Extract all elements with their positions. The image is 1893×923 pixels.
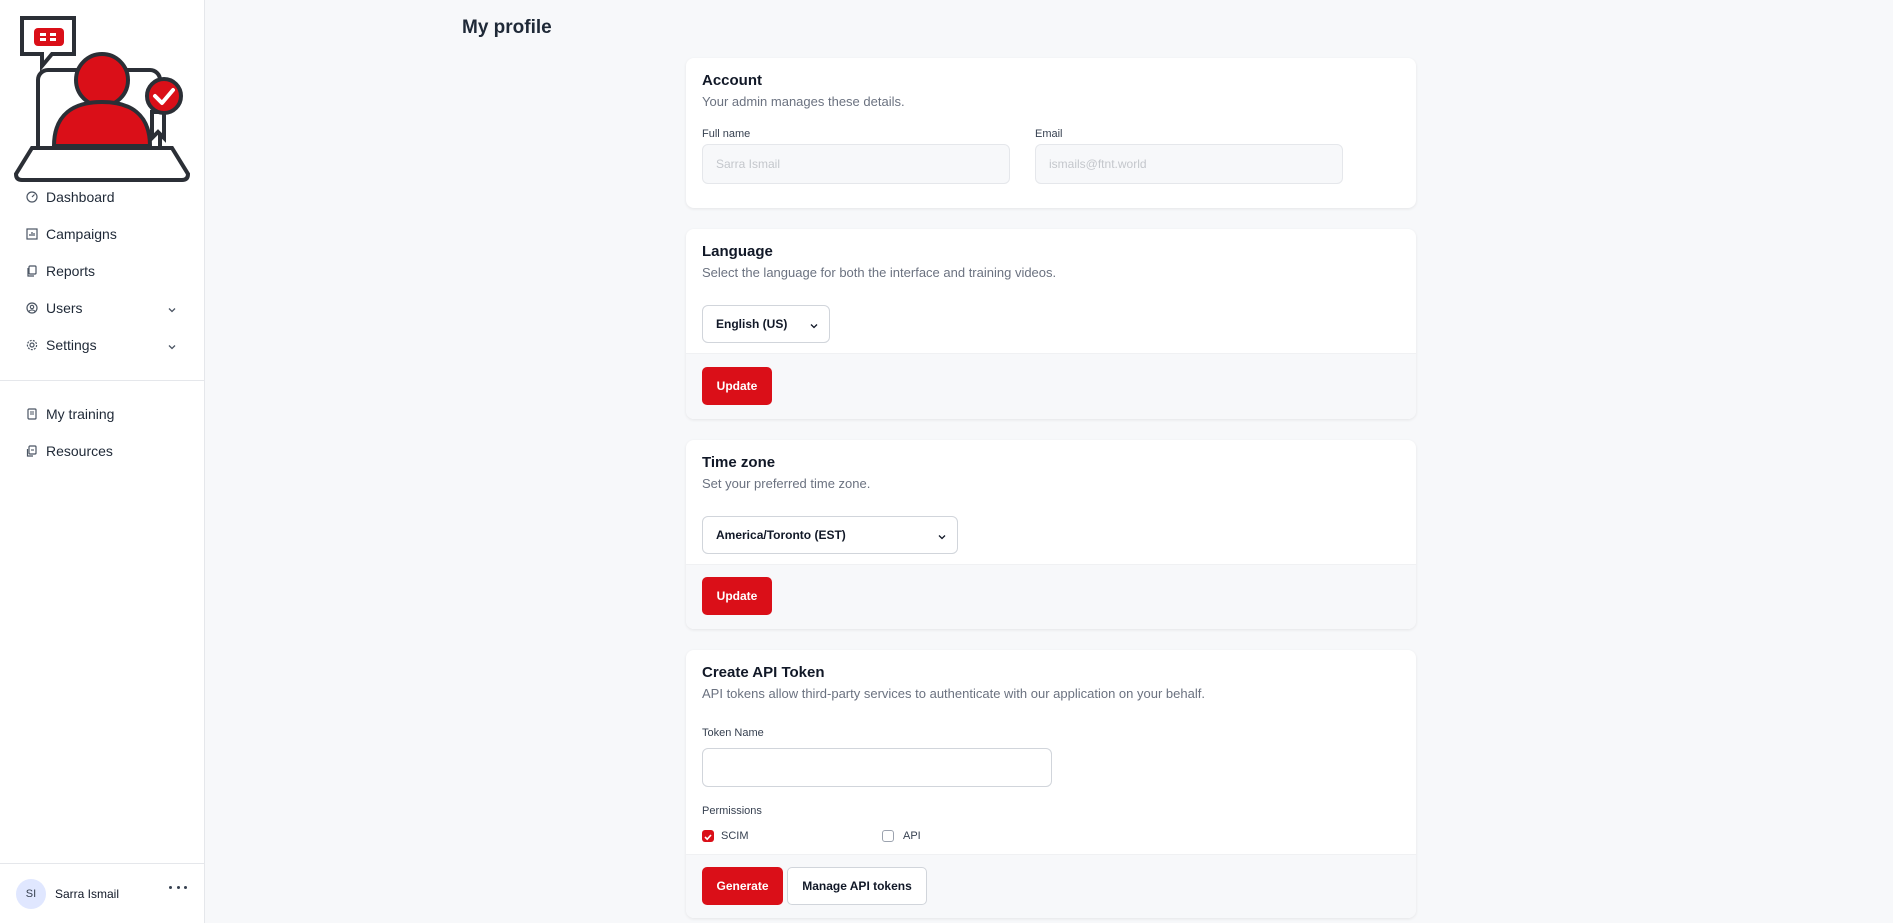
nav-item-resources[interactable]: Resources	[0, 432, 205, 469]
training-logo	[12, 14, 192, 182]
dashboard-icon	[26, 190, 38, 203]
account-card: Account Your admin manages these details…	[686, 58, 1416, 208]
nav-item-campaigns[interactable]: Campaigns	[0, 215, 205, 252]
manage-api-tokens-button[interactable]: Manage API tokens	[787, 867, 927, 905]
token-name-input[interactable]	[702, 748, 1052, 787]
email-field: ismails@ftnt.world	[1035, 144, 1343, 184]
card-footer: Update	[686, 353, 1416, 419]
users-icon	[26, 301, 38, 314]
card-footer: Update	[686, 564, 1416, 629]
card-title: Language	[702, 243, 773, 260]
language-select[interactable]: English (US)	[702, 305, 830, 343]
resources-icon	[26, 444, 38, 457]
card-description: Set your preferred time zone.	[702, 476, 871, 491]
main-nav: Dashboard Campaigns Reports Users Settin…	[0, 178, 205, 363]
timezone-select-value: America/Toronto (EST)	[716, 528, 846, 542]
nav-item-label: Resources	[46, 442, 113, 459]
campaigns-icon	[26, 227, 38, 240]
nav-item-label: Reports	[46, 262, 96, 279]
language-select-value: English (US)	[716, 317, 788, 331]
nav-item-settings[interactable]: Settings	[0, 326, 205, 363]
card-title: Time zone	[702, 454, 776, 471]
chevron-down-icon	[937, 531, 947, 541]
timezone-select[interactable]: America/Toronto (EST)	[702, 516, 958, 554]
chevron-down-icon	[809, 320, 819, 330]
nav-item-label: Campaigns	[46, 225, 117, 242]
card-description: Select the language for both the interfa…	[702, 265, 1057, 280]
token-name-label: Token Name	[702, 727, 764, 739]
nav-item-label: My training	[46, 405, 115, 422]
avatar: SI	[16, 878, 46, 909]
generate-button[interactable]: Generate	[702, 867, 783, 905]
training-icon	[26, 407, 38, 420]
nav-item-my-training[interactable]: My training	[0, 395, 205, 432]
timezone-card: Time zone Set your preferred time zone. …	[686, 440, 1416, 629]
user-name: Sarra Ismail	[55, 886, 120, 901]
nav-item-reports[interactable]: Reports	[0, 252, 205, 289]
api-token-card: Create API Token API tokens allow third-…	[686, 650, 1416, 918]
language-card: Language Select the language for both th…	[686, 229, 1416, 419]
nav-item-label: Dashboard	[46, 188, 115, 205]
card-title: Account	[702, 72, 762, 89]
update-language-button[interactable]: Update	[702, 367, 772, 405]
email-label: Email	[1035, 128, 1063, 140]
nav-item-dashboard[interactable]: Dashboard	[0, 178, 205, 215]
chevron-down-icon[interactable]	[167, 302, 177, 313]
secondary-nav: My training Resources	[0, 395, 205, 469]
card-description: Your admin manages these details.	[702, 94, 905, 109]
update-timezone-button[interactable]: Update	[702, 577, 772, 615]
more-options-icon[interactable]	[169, 886, 187, 892]
card-footer: Generate Manage API tokens	[686, 854, 1416, 918]
sidebar-divider	[0, 380, 205, 381]
user-menu[interactable]: SI Sarra Ismail	[0, 863, 205, 923]
chevron-down-icon[interactable]	[167, 339, 177, 350]
api-checkbox-label: API	[903, 830, 921, 842]
nav-item-label: Users	[46, 299, 83, 316]
reports-icon	[26, 264, 38, 277]
settings-icon	[26, 339, 38, 351]
full-name-field: Sarra Ismail	[702, 144, 1010, 184]
permissions-label: Permissions	[702, 805, 762, 817]
scim-checkbox-label: SCIM	[721, 830, 749, 842]
page-title: My profile	[462, 17, 552, 38]
nav-item-label: Settings	[46, 336, 97, 353]
card-title: Create API Token	[702, 664, 825, 681]
full-name-label: Full name	[702, 128, 751, 140]
scim-checkbox[interactable]	[702, 830, 714, 842]
sidebar: Dashboard Campaigns Reports Users Settin…	[0, 0, 205, 923]
card-description: API tokens allow third-party services to…	[702, 686, 1205, 701]
api-checkbox[interactable]	[882, 830, 894, 842]
nav-item-users[interactable]: Users	[0, 289, 205, 326]
